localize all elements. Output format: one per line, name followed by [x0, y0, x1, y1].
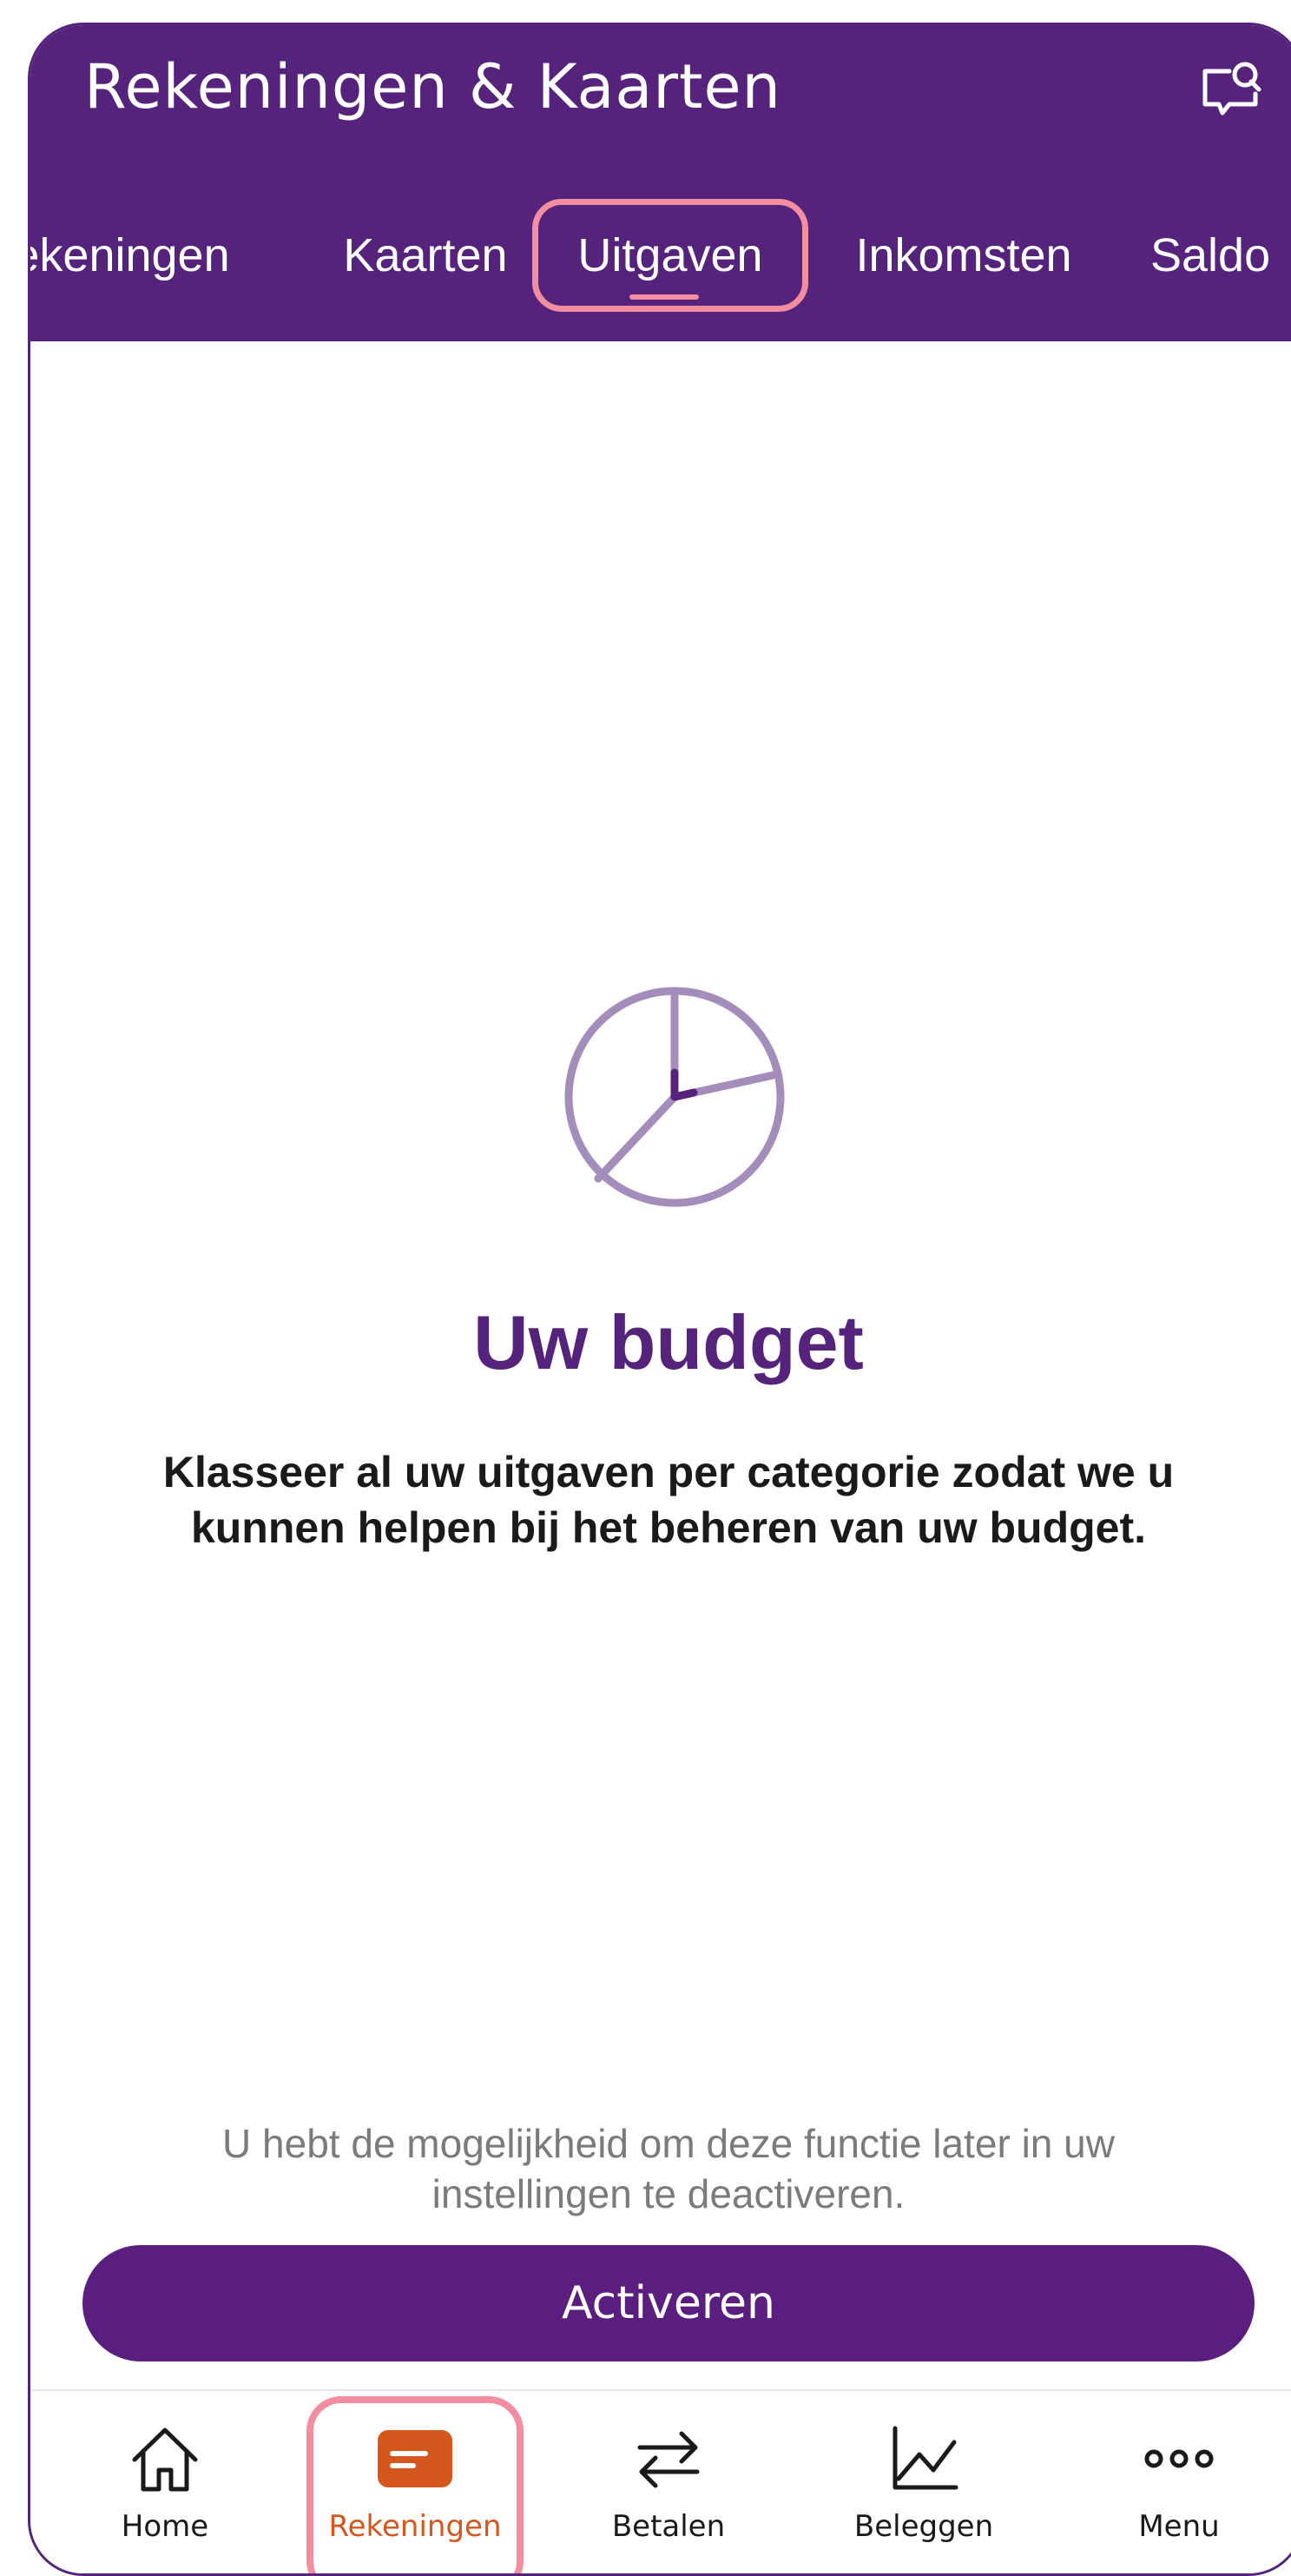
- tab-kaarten[interactable]: Kaarten: [317, 216, 534, 294]
- nav-label: Home: [121, 2509, 209, 2544]
- budget-description: Klasseer al uw uitgaven per categorie zo…: [162, 1448, 1175, 1552]
- more-dots-icon: [1144, 2449, 1214, 2468]
- chat-help-icon: [1202, 62, 1261, 116]
- tab-label: Kaarten: [343, 229, 508, 281]
- nav-label: Betalen: [611, 2509, 726, 2544]
- pie-chart-icon: [564, 987, 785, 1207]
- deactivate-hint: U hebt de mogelijkheid om deze functie l…: [222, 2121, 1115, 2216]
- tab-label: Inkomsten: [855, 229, 1072, 281]
- nav-label: Menu: [1138, 2509, 1220, 2544]
- tab-bar: ekeningen Kaarten Uitgaven Inkomsten Sal…: [30, 199, 1291, 312]
- nav-item-betalen[interactable]: Betalen: [560, 2391, 777, 2573]
- activate-button[interactable]: Activeren: [82, 2245, 1255, 2361]
- app-frame: Rekeningen & Kaarten ekeningen Kaarten U…: [28, 23, 1291, 2576]
- nav-item-menu[interactable]: Menu: [1070, 2391, 1288, 2573]
- transfer-arrows-icon: [637, 2431, 700, 2488]
- line-chart-icon: [893, 2426, 958, 2490]
- tab-inkomsten[interactable]: Inkomsten: [829, 216, 1098, 294]
- tab-rekeningen[interactable]: ekeningen: [28, 216, 239, 294]
- nav-item-beleggen[interactable]: Beleggen: [815, 2391, 1032, 2573]
- page-title: Rekeningen & Kaarten: [84, 51, 781, 122]
- tab-label: Saldo: [1150, 229, 1271, 281]
- tab-saldo[interactable]: Saldo: [1150, 216, 1291, 294]
- nav-item-home[interactable]: Home: [56, 2391, 273, 2573]
- top-header: Rekeningen & Kaarten ekeningen Kaarten U…: [30, 25, 1291, 341]
- chat-support-button[interactable]: [1192, 53, 1270, 131]
- active-tab-indicator: [629, 294, 699, 300]
- nav-label: Beleggen: [853, 2509, 994, 2544]
- tab-label: Uitgaven: [577, 229, 763, 281]
- bottom-navigation: Home Rekeningen Betalen Beleggen Menu: [30, 2389, 1291, 2573]
- tab-label: ekeningen: [28, 229, 230, 281]
- active-nav-highlight: [306, 2396, 524, 2573]
- budget-title: Uw budget: [473, 1299, 864, 1385]
- home-icon: [132, 2427, 198, 2492]
